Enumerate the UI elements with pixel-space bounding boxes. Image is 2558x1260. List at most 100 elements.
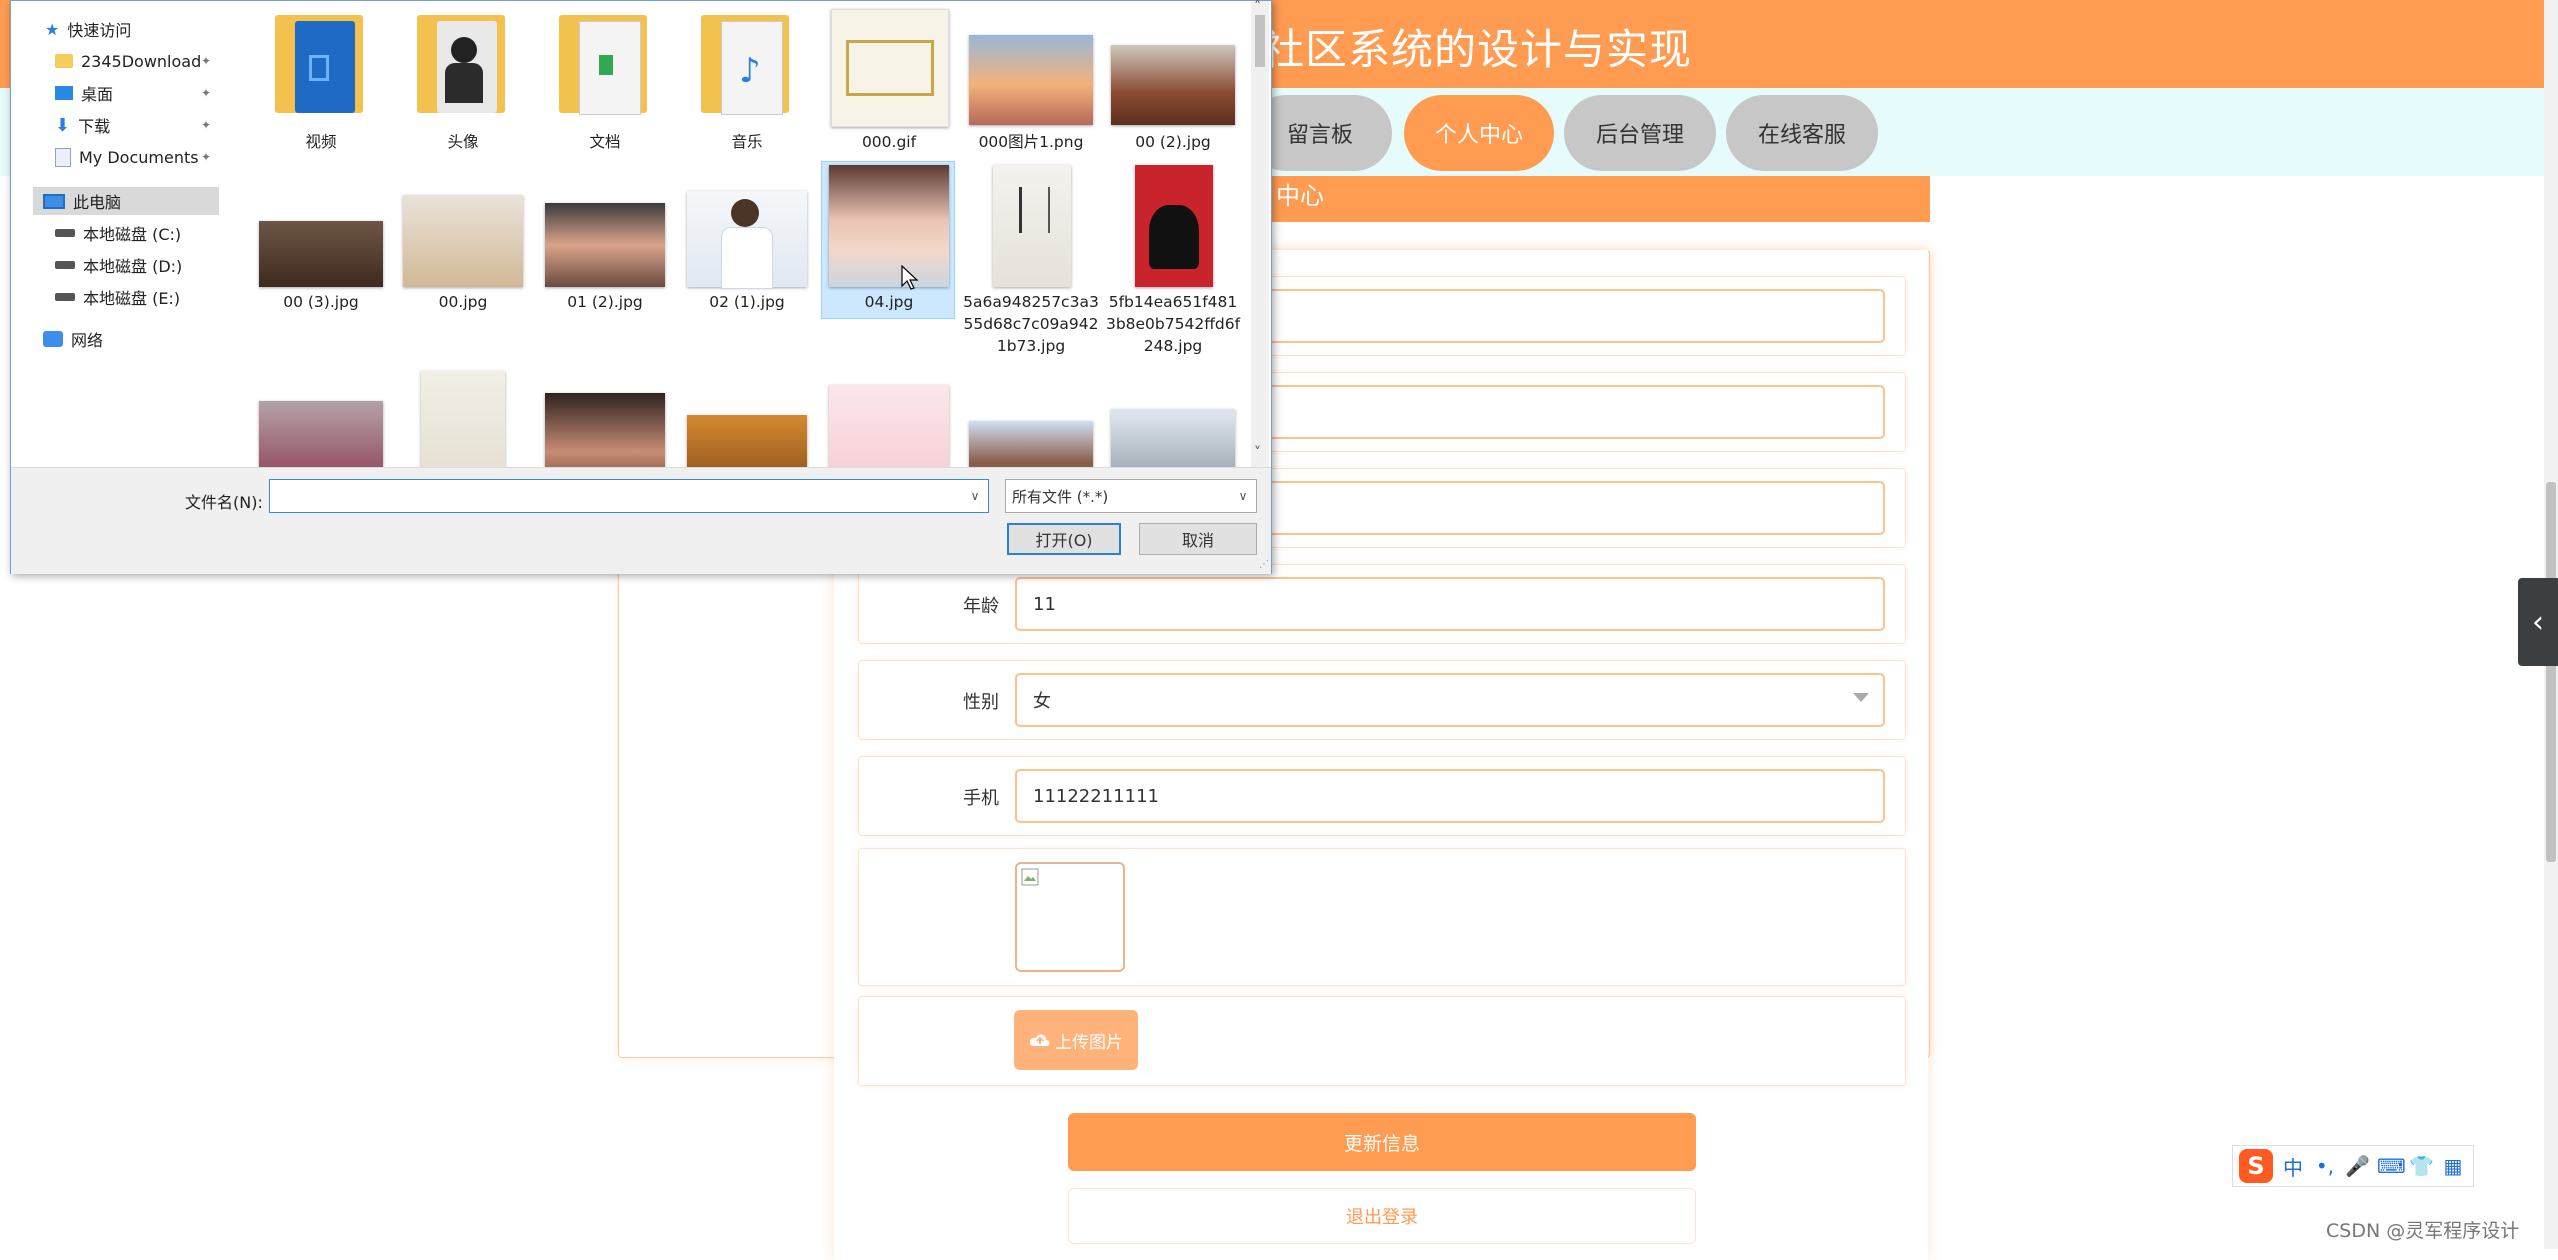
cancel-button[interactable]: 取消: [1139, 523, 1257, 555]
network-icon: [43, 331, 63, 347]
pin-icon: ✦: [200, 150, 211, 164]
ime-skin-icon[interactable]: 👕: [2409, 1154, 2434, 1178]
cloud-upload-icon: [1029, 1034, 1050, 1046]
ime-toolbar[interactable]: S 中 •, 🎤 ⌨ 👕 ▦: [2232, 1145, 2474, 1187]
file-item-image[interactable]: [253, 361, 389, 467]
file-item-folder-videos[interactable]: 视频: [253, 1, 389, 161]
chevron-left-icon: ‹: [2532, 604, 2544, 640]
nav-my-documents[interactable]: My Documents ✦: [55, 143, 219, 171]
image-thumbnail: [1135, 165, 1213, 287]
file-item-folder-music[interactable]: ♪ 音乐: [679, 1, 815, 161]
ime-mode-chinese[interactable]: 中: [2281, 1152, 2305, 1181]
file-name: 5fb14ea651f4813b8e0b7542ffd6f248.jpg: [1105, 293, 1241, 355]
scroll-up-icon[interactable]: ˄: [1254, 0, 1261, 15]
age-input[interactable]: 11: [1015, 577, 1885, 631]
upload-image-button[interactable]: 上传图片: [1014, 1010, 1138, 1070]
file-name: 00 (3).jpg: [283, 293, 359, 311]
file-name: 音乐: [731, 133, 763, 151]
dialog-scroll-thumb[interactable]: [1255, 15, 1265, 67]
file-item-image[interactable]: 00 (2).jpg: [1105, 1, 1241, 161]
nav-desktop[interactable]: 桌面 ✦: [55, 79, 219, 107]
file-item-image[interactable]: [963, 361, 1099, 467]
ime-voice-icon[interactable]: 🎤: [2345, 1154, 2370, 1178]
filetype-select[interactable]: 所有文件 (*.*): [1005, 479, 1257, 513]
nav-network[interactable]: 网络: [43, 325, 103, 353]
image-thumbnail: [421, 371, 505, 467]
file-name: 04.jpg: [864, 293, 914, 311]
image-thumbnail: [687, 415, 807, 467]
scroll-down-icon[interactable]: ˅: [1254, 445, 1261, 461]
file-item-folder-documents[interactable]: 文档: [537, 1, 673, 161]
image-thumbnail: [687, 191, 807, 289]
phone-input[interactable]: 11122211111: [1015, 769, 1885, 823]
file-open-dialog: ★ 快速访问 2345Download ✦ 桌面 ✦ ⬇ 下载 ✦ My Doc…: [10, 0, 1272, 574]
nav-downloads[interactable]: ⬇ 下载 ✦: [55, 111, 219, 139]
nav-my-documents-label: My Documents: [79, 147, 199, 167]
nav-drive-c-label: 本地磁盘 (C:): [83, 225, 182, 244]
file-name: 00 (2).jpg: [1135, 133, 1211, 151]
nav-this-pc[interactable]: 此电脑: [33, 187, 219, 215]
file-item-image[interactable]: 02 (1).jpg: [679, 161, 815, 361]
caret-down-icon: [1853, 693, 1869, 702]
file-name: 000图片1.png: [978, 133, 1084, 151]
filename-input[interactable]: [269, 479, 989, 513]
navigation-pane: ★ 快速访问 2345Download ✦ 桌面 ✦ ⬇ 下载 ✦ My Doc…: [11, 1, 221, 467]
file-item-image[interactable]: 00.jpg: [395, 161, 531, 361]
broken-image-icon: [1021, 868, 1039, 886]
ime-keyboard-icon[interactable]: ⌨: [2377, 1154, 2406, 1178]
file-item-image[interactable]: [537, 361, 673, 467]
drive-icon: [55, 229, 75, 237]
sogou-logo-icon: S: [2239, 1149, 2273, 1183]
dialog-scrollbar[interactable]: [1251, 1, 1269, 467]
folder-icon: [55, 54, 73, 68]
image-thumbnail: [1111, 45, 1235, 125]
nav-personal-center[interactable]: 个人中心: [1404, 95, 1554, 171]
file-item-image[interactable]: 000图片1.png: [963, 1, 1099, 161]
gender-select[interactable]: 女: [1015, 673, 1885, 727]
nav-drive-c[interactable]: 本地磁盘 (C:): [55, 219, 181, 247]
image-thumbnail: [259, 221, 383, 287]
image-thumbnail: [831, 9, 949, 127]
chevron-down-icon[interactable]: ∨: [961, 479, 989, 513]
file-item-image[interactable]: 5fb14ea651f4813b8e0b7542ffd6f248.jpg: [1105, 161, 1241, 361]
file-item-image[interactable]: 00 (3).jpg: [253, 161, 389, 361]
page-scroll-thumb[interactable]: [2546, 482, 2556, 862]
file-item-image[interactable]: [821, 361, 957, 467]
star-icon: ★: [45, 19, 60, 39]
open-button[interactable]: 打开(O): [1007, 523, 1121, 555]
gender-label: 性别: [963, 692, 999, 713]
nav-drive-d[interactable]: 本地磁盘 (D:): [55, 251, 182, 279]
desktop-icon: [55, 86, 73, 100]
resize-grip-icon[interactable]: ⋰: [1259, 559, 1269, 570]
nav-drive-d-label: 本地磁盘 (D:): [83, 257, 183, 276]
drive-icon: [55, 261, 75, 269]
image-thumbnail: [545, 393, 665, 467]
file-item-image-selected[interactable]: 04.jpg: [821, 161, 957, 361]
phone-label: 手机: [963, 788, 999, 809]
chevron-down-icon[interactable]: ∨: [1231, 479, 1255, 513]
file-item-image[interactable]: 5a6a948257c3a355d68c7c09a9421b73.jpg: [963, 161, 1099, 361]
file-name: 视频: [305, 133, 337, 151]
file-item-image[interactable]: 000.gif: [821, 1, 957, 161]
update-info-button[interactable]: 更新信息: [1068, 1113, 1696, 1171]
ime-punctuation-icon[interactable]: •,: [2313, 1154, 2337, 1178]
logout-button[interactable]: 退出登录: [1068, 1188, 1696, 1244]
nav-2345download[interactable]: 2345Download ✦: [55, 47, 219, 75]
file-item-image[interactable]: [395, 361, 531, 467]
nav-online-service[interactable]: 在线客服: [1726, 95, 1878, 171]
nav-this-pc-label: 此电脑: [73, 193, 122, 212]
side-panel-toggle[interactable]: ‹: [2518, 578, 2558, 666]
nav-admin[interactable]: 后台管理: [1564, 95, 1716, 171]
pin-icon: ✦: [200, 118, 211, 132]
file-item-image[interactable]: [679, 361, 815, 467]
nav-downloads-label: 下载: [78, 117, 111, 136]
nav-quick-access[interactable]: ★ 快速访问: [45, 15, 131, 43]
file-item-image[interactable]: [1105, 361, 1241, 467]
ime-toolbox-icon[interactable]: ▦: [2441, 1154, 2465, 1178]
file-item-folder-avatars[interactable]: 头像: [395, 1, 531, 161]
drive-icon: [55, 293, 75, 301]
computer-icon: [43, 193, 65, 209]
folder-icon: [275, 15, 363, 113]
file-item-image[interactable]: 01 (2).jpg: [537, 161, 673, 361]
nav-drive-e[interactable]: 本地磁盘 (E:): [55, 283, 180, 311]
